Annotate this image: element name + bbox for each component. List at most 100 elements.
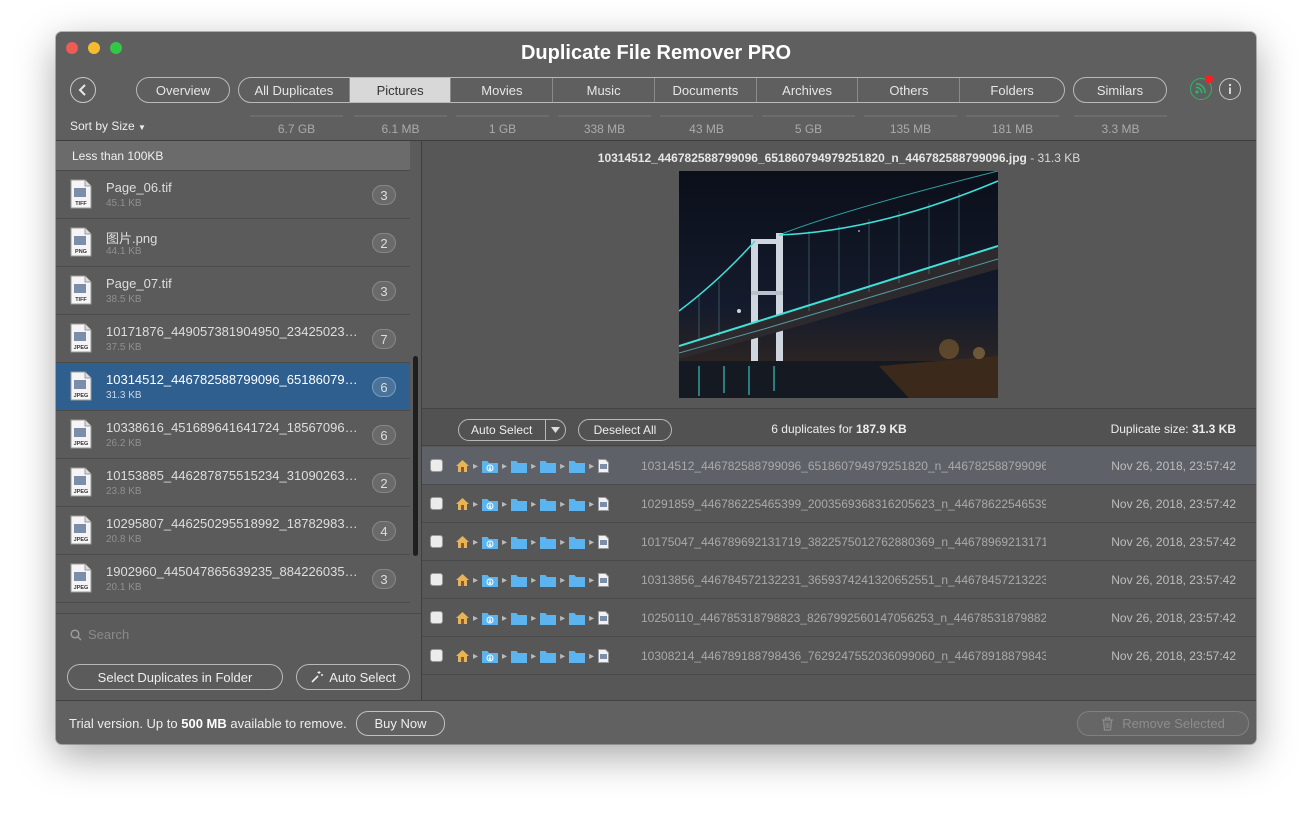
folder-icon	[540, 612, 557, 625]
tab-pictures[interactable]: Pictures	[349, 78, 452, 102]
trash-icon	[1102, 716, 1114, 731]
search-field[interactable]: Search	[56, 613, 421, 654]
tab-similars[interactable]: Similars	[1073, 77, 1167, 103]
buy-now-button[interactable]: Buy Now	[356, 711, 445, 736]
tab-music[interactable]: Music	[553, 78, 655, 102]
duplicate-row[interactable]: ▸ ▸ ▸ ▸ ▸ 10291859_446786225465399_2003569368…	[422, 485, 1256, 523]
sort-dropdown[interactable]: Sort by Size ▼	[70, 119, 146, 133]
file-size: 20.1 KB	[106, 582, 142, 593]
svg-text:JPEG: JPEG	[74, 585, 89, 591]
back-button[interactable]	[70, 77, 96, 103]
folder-icon	[569, 612, 586, 625]
duplicate-checkbox[interactable]	[430, 459, 443, 472]
size-folders: 181 MB	[962, 115, 1063, 136]
notification-badge	[1205, 75, 1213, 83]
downloads-folder-icon	[482, 536, 499, 549]
file-size: 45.1 KB	[106, 198, 142, 209]
path-separator-icon: ▸	[531, 536, 537, 548]
path-separator-icon: ▸	[473, 612, 479, 624]
downloads-folder-icon	[482, 612, 499, 625]
file-path[interactable]: ▸ ▸ ▸ ▸ ▸	[456, 572, 610, 588]
file-group-item[interactable]: JPEG 10338616_451689641641724_18567096… 26…	[56, 411, 410, 459]
file-groups-panel: Less than 100KB TIFF Page_06.tif 45.1 KB 3 P…	[56, 141, 422, 700]
file-name: 图片.png	[106, 231, 158, 246]
duplicate-checkbox[interactable]	[430, 649, 443, 662]
file-group-item[interactable]: PNG 图片.png 44.1 KB 2	[56, 219, 410, 267]
file-list[interactable]: TIFF Page_06.tif 45.1 KB 3 PNG 图片.png 44.1 KB 2…	[56, 171, 410, 613]
folder-icon	[511, 536, 528, 549]
size-all-duplicates: 6.7 GB	[246, 115, 347, 136]
duplicate-count-badge: 2	[372, 473, 396, 493]
file-group-item[interactable]: JPEG 10153885_446287875515234_31090263… 23…	[56, 459, 410, 507]
duplicate-row[interactable]: ▸ ▸ ▸ ▸ ▸ 10175047_446789692131719_3822575012…	[422, 523, 1256, 561]
overview-button[interactable]: Overview	[136, 77, 230, 103]
size-archives: 5 GB	[758, 115, 859, 136]
file-path[interactable]: ▸ ▸ ▸ ▸ ▸	[456, 534, 610, 550]
size-similars: 3.3 MB	[1070, 115, 1171, 136]
svg-text:JPEG: JPEG	[74, 489, 89, 495]
image-file-icon	[598, 497, 610, 511]
tab-others[interactable]: Others	[858, 78, 961, 102]
path-separator-icon: ▸	[473, 536, 479, 548]
file-path[interactable]: ▸ ▸ ▸ ▸ ▸	[456, 458, 610, 474]
folder-icon	[569, 498, 586, 511]
duplicates-panel: 10314512_446782588799096_651860794979251…	[422, 141, 1256, 700]
folder-icon	[569, 536, 586, 549]
duplicate-row[interactable]: ▸ ▸ ▸ ▸ ▸ 10313856_446784572132231_3659374241…	[422, 561, 1256, 599]
info-icon	[1228, 83, 1232, 94]
select-duplicates-in-folder-button[interactable]: Select Duplicates in Folder	[67, 664, 283, 690]
duplicates-toolbar: Auto Select Deselect All 6 duplicates fo…	[422, 408, 1256, 446]
duplicate-file-name: 10175047_446789692131719_382257501276288…	[641, 535, 1046, 549]
duplicate-row[interactable]: ▸ ▸ ▸ ▸ ▸ 10314512_446782588799096_6518607949…	[422, 447, 1256, 485]
file-jpeg-icon: JPEG	[70, 563, 92, 593]
home-icon	[456, 460, 469, 472]
path-separator-icon: ▸	[560, 612, 566, 624]
path-separator-icon: ▸	[502, 460, 508, 472]
folder-icon	[569, 574, 586, 587]
size-documents: 43 MB	[656, 115, 757, 136]
duplicate-checkbox[interactable]	[430, 535, 443, 548]
file-group-item[interactable]: JPEG 1902960_445047865639235_884226035… 20…	[56, 555, 410, 603]
tab-archives[interactable]: Archives	[757, 78, 859, 102]
file-jpeg-icon: JPEG	[70, 323, 92, 353]
file-group-item[interactable]: TIFF Page_06.tif 45.1 KB 3	[56, 171, 410, 219]
feed-button[interactable]	[1190, 75, 1213, 100]
app-title: Duplicate File Remover PRO	[520, 42, 792, 64]
auto-select-button[interactable]: Auto Select	[296, 664, 410, 690]
folder-icon	[540, 460, 557, 473]
file-group-item[interactable]: JPEG 10295807_446250295518992_18782983… 20…	[56, 507, 410, 555]
file-path[interactable]: ▸ ▸ ▸ ▸ ▸	[456, 610, 610, 626]
file-list-scrollbar[interactable]	[413, 356, 418, 556]
file-name: 10171876_449057381904950_23425023…	[106, 324, 358, 339]
downloads-folder-icon	[482, 460, 499, 473]
file-group-item[interactable]: TIFF Page_07.tif 38.5 KB 3	[56, 267, 410, 315]
path-separator-icon: ▸	[560, 574, 566, 586]
path-separator-icon: ▸	[560, 460, 566, 472]
tab-movies[interactable]: Movies	[451, 78, 554, 102]
duplicate-checkbox[interactable]	[430, 611, 443, 624]
duplicate-date: Nov 26, 2018, 23:57:42	[1111, 573, 1236, 587]
file-group-item[interactable]: JPEG 10314512_446782588799096_65186079… 31…	[56, 363, 410, 411]
tab-all-duplicates[interactable]: All Duplicates	[239, 78, 350, 102]
file-group-item[interactable]: JPEG 10171876_449057381904950_23425023… 37…	[56, 315, 410, 363]
duplicate-row[interactable]: ▸ ▸ ▸ ▸ ▸ 10250110_446785318798823_8267992560…	[422, 599, 1256, 637]
duplicate-count-badge: 6	[372, 425, 396, 445]
downloads-folder-icon	[482, 650, 499, 663]
duplicate-checkbox[interactable]	[430, 497, 443, 510]
path-separator-icon: ▸	[531, 612, 537, 624]
duplicate-row[interactable]: ▸ ▸ ▸ ▸ ▸ 10308214_446789188798436_7629247552…	[422, 637, 1256, 675]
path-separator-icon: ▸	[473, 498, 479, 510]
duplicate-checkbox[interactable]	[430, 573, 443, 586]
info-button[interactable]	[1219, 78, 1241, 100]
file-path[interactable]: ▸ ▸ ▸ ▸ ▸	[456, 648, 610, 664]
file-size: 44.1 KB	[106, 246, 142, 257]
tab-folders[interactable]: Folders	[960, 78, 1064, 102]
tab-documents[interactable]: Documents	[655, 78, 757, 102]
file-tiff-icon: TIFF	[70, 179, 92, 209]
folder-icon	[540, 650, 557, 663]
path-separator-icon: ▸	[502, 612, 508, 624]
search-icon	[70, 629, 82, 641]
home-icon	[456, 536, 469, 548]
remove-selected-button[interactable]: Remove Selected	[1077, 711, 1249, 736]
file-path[interactable]: ▸ ▸ ▸ ▸ ▸	[456, 496, 610, 512]
